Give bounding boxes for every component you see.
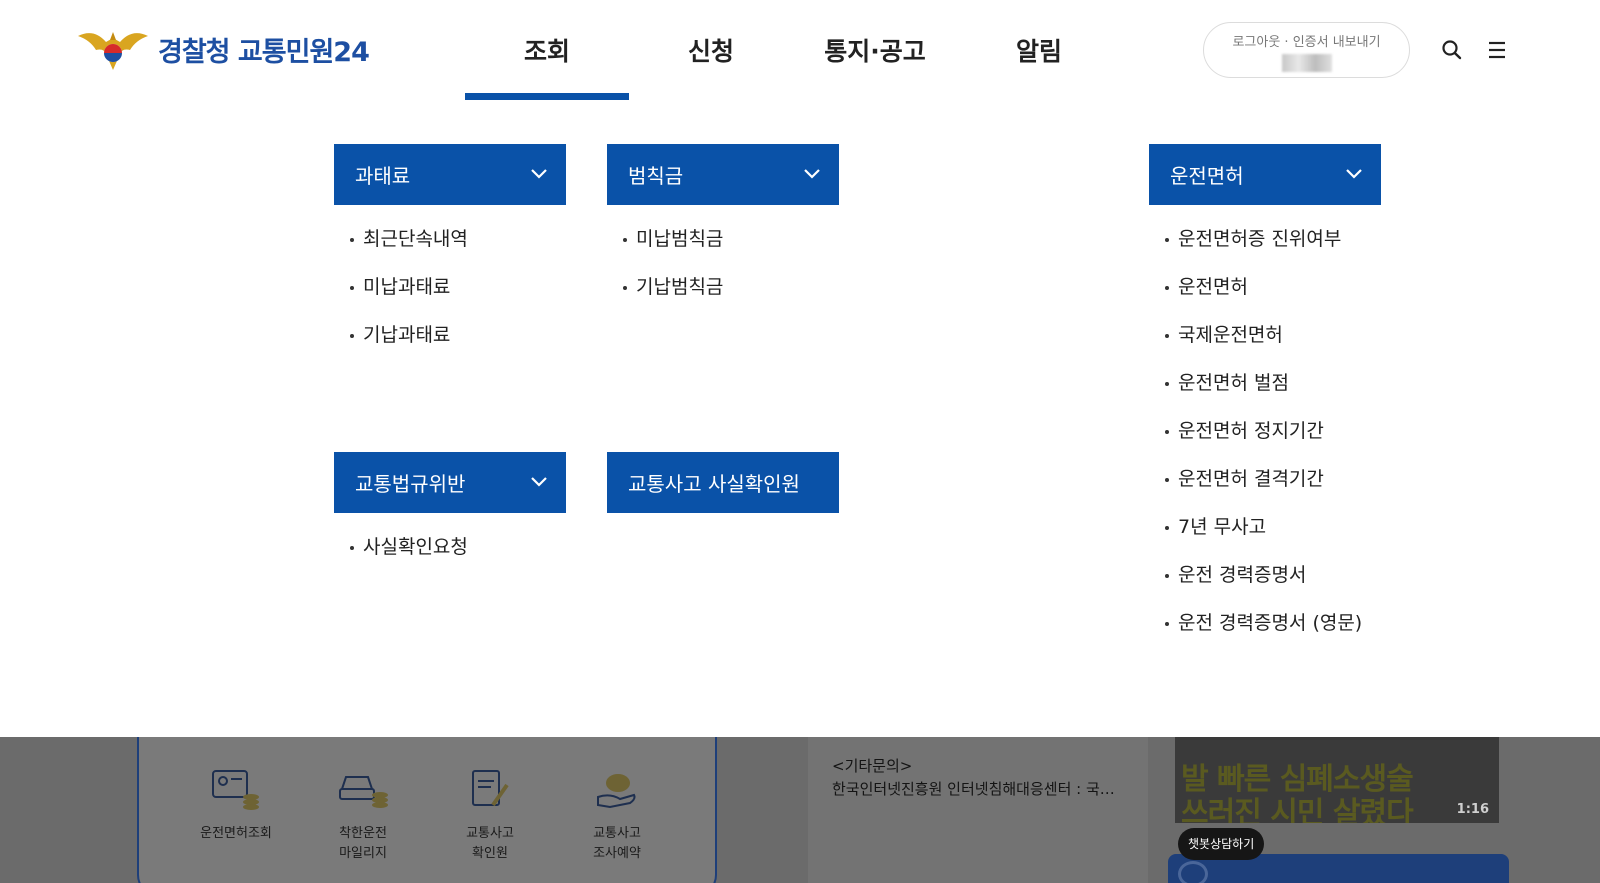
category-title: 범칙금 xyxy=(628,164,684,188)
menu-item-unpaid-fine[interactable]: 미납과태료 xyxy=(334,267,566,315)
search-icon[interactable] xyxy=(1441,38,1463,62)
hamburger-menu-icon[interactable] xyxy=(1486,38,1508,62)
category-list: 사실확인요청 xyxy=(334,513,566,575)
quick-menu-label: 착한운전 xyxy=(339,826,387,841)
menu-item-paid-penalty[interactable]: 기납범칙금 xyxy=(607,267,839,315)
quick-menu-label: 조사예약 xyxy=(593,846,641,861)
category-list: 최근단속내역 미납과태료 기납과태료 xyxy=(334,205,566,363)
menu-category-violation: 교통법규위반 사실확인요청 xyxy=(334,452,566,575)
category-header-penalty[interactable]: 범칙금 xyxy=(607,144,839,205)
quick-menu-label: 교통사고 xyxy=(466,826,514,841)
chatbot-icon[interactable] xyxy=(1178,861,1208,883)
chevron-down-icon xyxy=(804,169,820,179)
document-pen-icon xyxy=(472,770,509,807)
notice-box[interactable]: <기타문의> 한국인터넷진흥원 인터넷침해대응센터 : 국… xyxy=(808,737,1148,883)
site-title: 경찰청 교통민원24 xyxy=(158,36,370,68)
quick-menu-investigation-reservation[interactable]: 교통사고 조사예약 xyxy=(567,767,667,864)
menu-category-license: 운전면허 운전면허증 진위여부 운전면허 국제운전면허 운전면허 벌점 운전면허… xyxy=(1149,144,1381,651)
site-header: 경찰청 교통민원24 조회 신청 통지·공고 알림 로그아웃 · 인증서 내보내… xyxy=(0,0,1600,100)
nav-item-apply[interactable]: 신청 xyxy=(629,0,793,100)
chevron-down-icon xyxy=(531,169,547,179)
category-title: 운전면허 xyxy=(1170,164,1244,188)
nav-item-lookup[interactable]: 조회 xyxy=(465,0,629,100)
menu-category-accident-certificate: 교통사고 사실확인원 xyxy=(607,452,839,513)
police-emblem-icon xyxy=(78,32,148,70)
category-header-license[interactable]: 운전면허 xyxy=(1149,144,1381,205)
nav-item-alerts[interactable]: 알림 xyxy=(957,0,1121,100)
video-caption-line: 발 빠른 심폐소생술 xyxy=(1181,762,1414,797)
chatbot-button[interactable]: 챗봇상담하기 xyxy=(1178,828,1265,860)
quick-menu-label: 교통사고 xyxy=(593,826,641,841)
logout-certificate-button[interactable]: 로그아웃 · 인증서 내보내기 xyxy=(1203,22,1410,78)
notice-text: 한국인터넷진흥원 인터넷침해대응센터 : 국… xyxy=(832,780,1115,798)
site-logo[interactable]: 경찰청 교통민원24 xyxy=(76,26,370,72)
menu-category-penalty: 범칙금 미납범칙금 기납범칙금 xyxy=(607,144,839,315)
menu-item-unpaid-penalty[interactable]: 미납범칙금 xyxy=(607,219,839,267)
menu-item-driving-record-english[interactable]: 운전 경력증명서 (영문) xyxy=(1149,603,1381,651)
menu-item-fact-check-request[interactable]: 사실확인요청 xyxy=(334,527,566,575)
menu-item-license-authenticity[interactable]: 운전면허증 진위여부 xyxy=(1149,219,1381,267)
category-title: 과태료 xyxy=(355,164,411,188)
quick-menu-accident-certificate[interactable]: 교통사고 확인원 xyxy=(440,767,540,864)
auth-label: 로그아웃 · 인증서 내보내기 xyxy=(1232,35,1381,50)
video-caption-line: 쓰러진 시민 살렸다 xyxy=(1181,796,1414,824)
category-header-fine[interactable]: 과태료 xyxy=(334,144,566,205)
dimmed-page-content: 운전면허조회 착한운전 마일리지 교통사고 확인원 교통사고 조사예약 <기타문 xyxy=(0,737,1600,883)
category-header-accident-certificate[interactable]: 교통사고 사실확인원 xyxy=(607,452,839,513)
menu-category-fine: 과태료 최근단속내역 미납과태료 기납과태료 xyxy=(334,144,566,363)
category-list: 운전면허증 진위여부 운전면허 국제운전면허 운전면허 벌점 운전면허 정지기간… xyxy=(1149,205,1381,651)
quick-menu-label: 확인원 xyxy=(472,846,508,861)
category-title: 교통사고 사실확인원 xyxy=(628,472,800,496)
menu-item-license[interactable]: 운전면허 xyxy=(1149,267,1381,315)
menu-item-paid-fine[interactable]: 기납과태료 xyxy=(334,315,566,363)
menu-item-driving-record[interactable]: 운전 경력증명서 xyxy=(1149,555,1381,603)
car-coins-icon xyxy=(339,776,388,808)
hand-piggybank-icon xyxy=(597,774,636,809)
category-header-violation[interactable]: 교통법규위반 xyxy=(334,452,566,513)
video-duration: 1:16 xyxy=(1456,802,1489,817)
mega-menu-dropdown: 과태료 최근단속내역 미납과태료 기납과태료 범칙금 미납범칙금 기납범칙금 운… xyxy=(0,100,1600,737)
blurred-username xyxy=(1281,54,1332,72)
license-coins-icon xyxy=(212,770,259,810)
menu-item-seven-year-safe[interactable]: 7년 무사고 xyxy=(1149,507,1381,555)
nav-item-notice[interactable]: 통지·공고 xyxy=(793,0,957,100)
menu-item-suspension-period[interactable]: 운전면허 정지기간 xyxy=(1149,411,1381,459)
quick-menu-license-lookup[interactable]: 운전면허조회 xyxy=(186,767,286,844)
menu-item-recent-enforcement[interactable]: 최근단속내역 xyxy=(334,219,566,267)
quick-menu-label: 마일리지 xyxy=(339,846,387,861)
notice-tag: <기타문의> xyxy=(832,757,913,775)
video-caption: 발 빠른 심폐소생술 쓰러진 시민 살렸다 xyxy=(1181,762,1414,824)
category-list: 미납범칙금 기납범칙금 xyxy=(607,205,839,315)
menu-item-disqualification-period[interactable]: 운전면허 결격기간 xyxy=(1149,459,1381,507)
category-title: 교통법규위반 xyxy=(355,472,466,496)
menu-item-license-points[interactable]: 운전면허 벌점 xyxy=(1149,363,1381,411)
quick-menu-mileage[interactable]: 착한운전 마일리지 xyxy=(313,767,413,864)
main-navigation: 조회 신청 통지·공고 알림 xyxy=(465,0,1121,100)
quick-menu-label: 운전면허조회 xyxy=(200,826,272,841)
chevron-down-icon xyxy=(1346,169,1362,179)
menu-item-intl-license[interactable]: 국제운전면허 xyxy=(1149,315,1381,363)
chevron-down-icon xyxy=(531,477,547,487)
video-thumbnail[interactable]: 발 빠른 심폐소생술 쓰러진 시민 살렸다 1:16 xyxy=(1175,737,1499,823)
